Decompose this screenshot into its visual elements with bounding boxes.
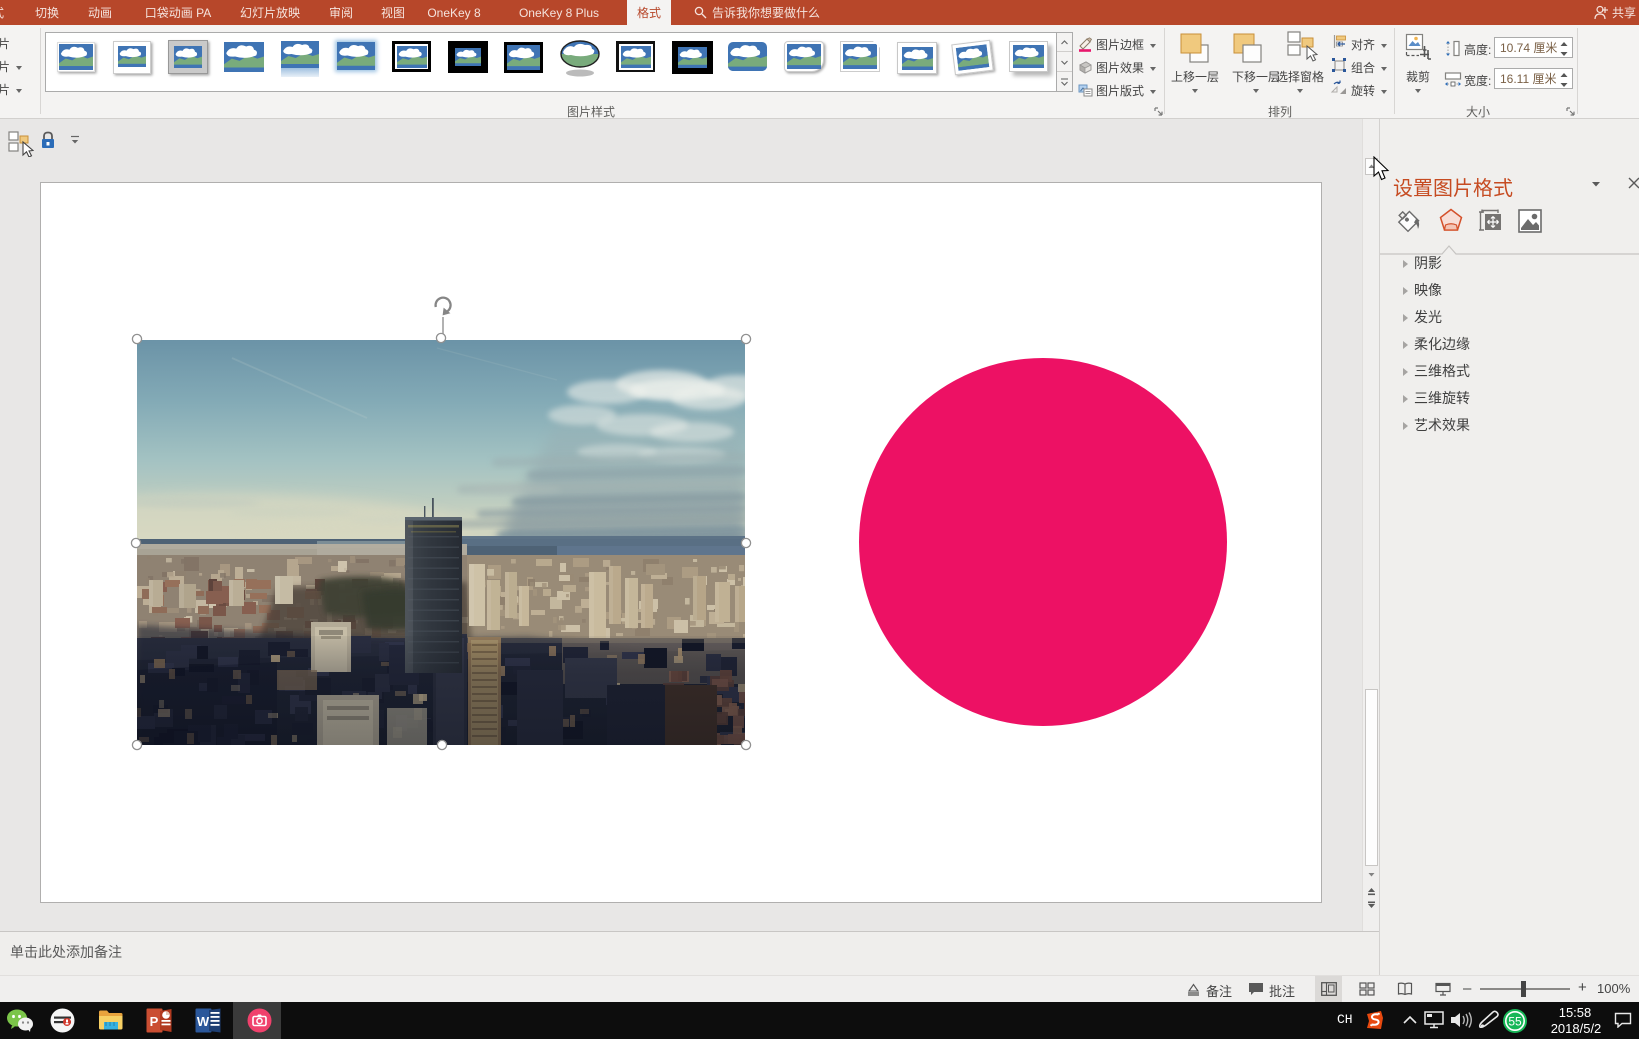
svg-text:P: P: [150, 1014, 159, 1029]
svg-text:55: 55: [1508, 1015, 1522, 1029]
svg-text:W: W: [197, 1014, 210, 1029]
